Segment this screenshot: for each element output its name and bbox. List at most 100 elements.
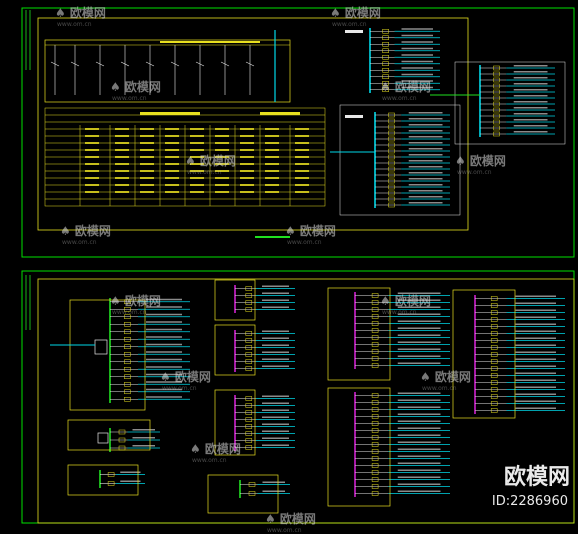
watermark-badge-id: ID:2286960 [491, 494, 568, 509]
table-cell-mark [190, 142, 204, 144]
table-cell-mark [190, 128, 204, 130]
circuit-label-mark [397, 392, 441, 394]
table-cell-mark [85, 128, 99, 130]
circuit-label-mark [397, 441, 441, 443]
table-cell-mark [265, 156, 279, 158]
table-cell-mark [240, 128, 254, 130]
circuit-panel [374, 112, 450, 208]
table-cell-mark [115, 135, 129, 137]
circuit-label-mark [401, 67, 433, 69]
circuit-label-mark [401, 60, 433, 63]
circuit-label-mark [513, 71, 548, 73]
circuit-label-mark [262, 437, 289, 439]
table-cell-mark [85, 191, 99, 193]
circuit-label-mark [146, 351, 182, 353]
circuit-label-mark [408, 166, 443, 168]
table-cell-mark [295, 184, 309, 186]
upper-right-panels [330, 28, 566, 216]
table-cell-mark [85, 142, 99, 144]
table-cell-mark [215, 142, 229, 144]
table-cell-mark [265, 177, 279, 179]
table-cell-mark [240, 163, 254, 165]
circuit-label-mark [408, 124, 443, 126]
circuit-label-mark [515, 309, 556, 311]
circuit-label-mark [397, 399, 441, 401]
circuit-label-mark [132, 429, 155, 431]
circuit-label-mark [262, 409, 289, 411]
circuit-label-mark [408, 154, 443, 156]
watermark-text: ♠ 欧模网 [185, 154, 236, 168]
table-cell-mark [140, 128, 154, 130]
table-cell-mark [85, 184, 99, 186]
circuit-label-mark [408, 184, 443, 186]
panel-frame [327, 387, 391, 507]
panel-frame [207, 474, 279, 514]
table-cell-mark [265, 142, 279, 144]
circuit-label-mark [408, 118, 443, 120]
circuit-label-mark [515, 323, 556, 325]
circuit-label-mark [401, 54, 433, 56]
table-cell-mark [85, 177, 99, 179]
circuit-label-mark [513, 65, 548, 67]
circuit-label-mark [401, 41, 433, 43]
watermark-text: ♠ 欧模网 [190, 442, 241, 456]
table-cell-mark [140, 191, 154, 193]
table-cell-mark [140, 184, 154, 186]
table-cell-mark [295, 170, 309, 172]
table-cell-mark [115, 149, 129, 151]
watermark-badge-brand: 欧模网 [503, 465, 570, 490]
watermark-text: ♠ 欧模网 [380, 80, 431, 94]
circuit-label-mark [397, 362, 441, 364]
circuit-label-mark [397, 420, 441, 422]
table-cell-mark [165, 163, 179, 165]
table-cell-mark [85, 170, 99, 172]
circuit-label-mark [397, 469, 441, 471]
table-cell-mark [115, 170, 129, 172]
circuit-label-mark [515, 393, 556, 395]
watermark-url: www.om.cn [162, 385, 197, 392]
table-cell-mark [140, 177, 154, 179]
watermark-text: ♠ 欧模网 [380, 294, 431, 308]
circuit-panel [474, 295, 565, 414]
circuit-label-mark [262, 416, 289, 418]
circuit-label-mark [408, 136, 443, 138]
table-cell-mark [140, 156, 154, 158]
table-cell-mark [265, 149, 279, 151]
lower-margin-ticks [25, 275, 31, 330]
table-cell-mark [190, 135, 204, 137]
watermark-text: ♠ 欧模网 [160, 370, 211, 384]
circuit-label-mark [515, 351, 556, 353]
circuit-label-mark [515, 400, 556, 402]
upper-sheet-border [21, 7, 575, 258]
watermark-text: ♠ 欧模网 [60, 224, 111, 238]
table-cell-mark [165, 142, 179, 144]
table-cell-mark [265, 191, 279, 193]
table-cell-mark [165, 177, 179, 179]
circuit-label-mark [515, 302, 556, 304]
table-cell-mark [215, 177, 229, 179]
circuit-label-mark [513, 125, 548, 127]
circuit-label-mark [408, 160, 443, 162]
circuit-label-mark [515, 316, 556, 318]
table-cell-mark [190, 149, 204, 151]
circuit-label-mark [262, 430, 289, 432]
table-cell-mark [140, 142, 154, 144]
watermark-url: www.om.cn [332, 21, 367, 28]
panel-frame [67, 464, 139, 496]
circuit-label-mark [397, 462, 441, 464]
table-cell-mark [215, 135, 229, 137]
circuit-label-mark [262, 481, 285, 483]
cad-drawing [21, 7, 575, 524]
table-cell-mark [215, 191, 229, 193]
watermark-url: www.om.cn [287, 239, 322, 246]
circuit-label-mark [513, 95, 548, 97]
circuit-label-mark [515, 344, 556, 346]
table-cell-mark [165, 191, 179, 193]
circuit-label-mark [513, 131, 548, 133]
circuit-label-mark [146, 313, 182, 316]
circuit-label-mark [262, 395, 289, 397]
circuit-label-mark [401, 28, 433, 30]
circuit-label-mark [408, 190, 443, 192]
circuit-label-mark [397, 434, 441, 436]
circuit-label-mark [397, 476, 441, 478]
